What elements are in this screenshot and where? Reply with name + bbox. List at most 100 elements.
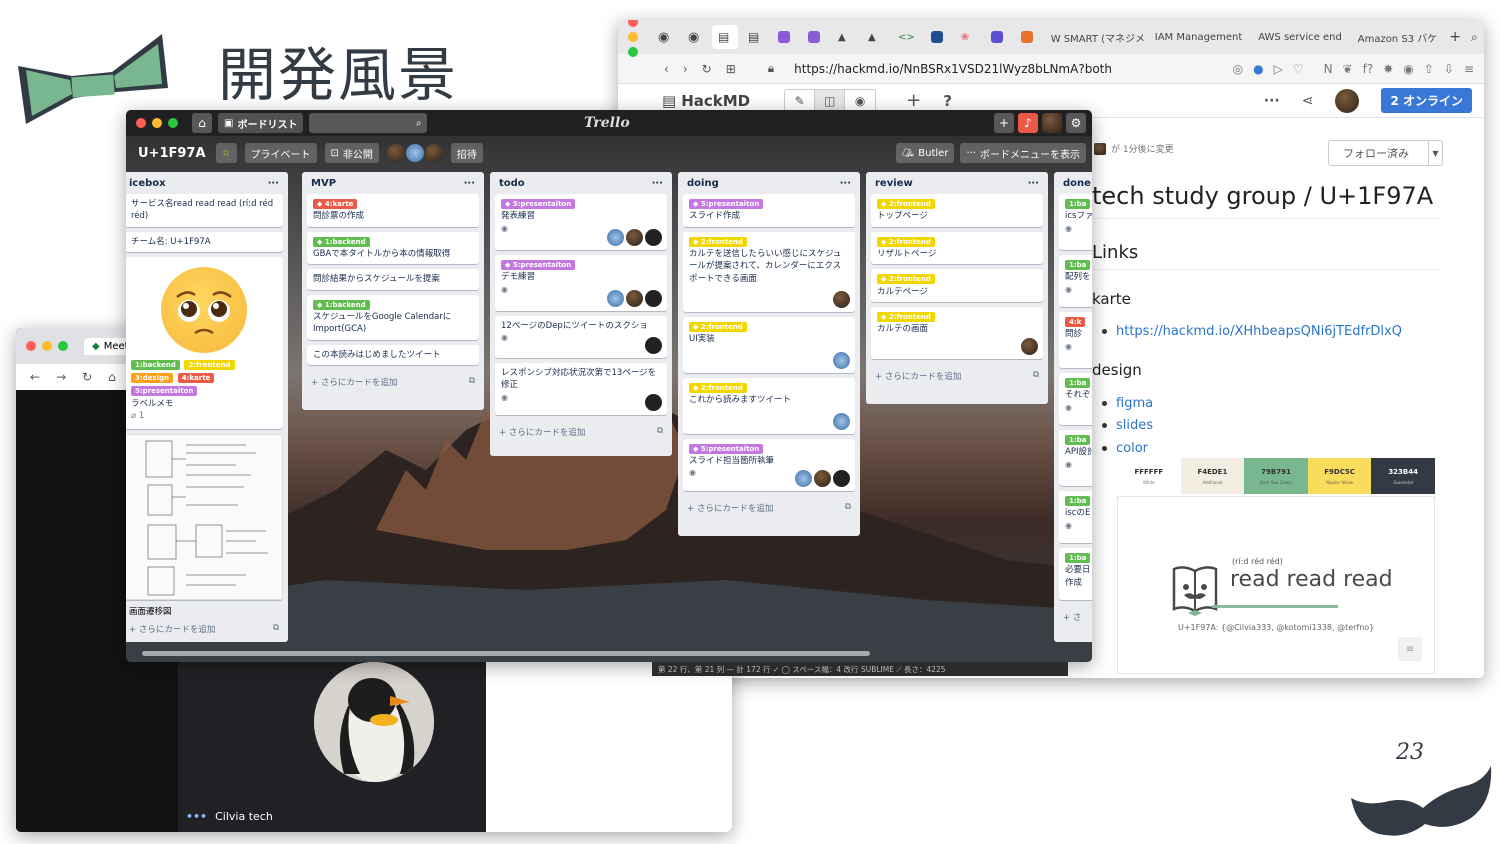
more-options-icon[interactable]: ••• [186, 810, 207, 823]
visibility-button[interactable]: ⊡ 非公開 [324, 143, 379, 163]
card[interactable]: 1:ba 配列を ◉ [1059, 255, 1092, 307]
card[interactable]: 12ページのDepにツイートのスクショ ◉ [495, 316, 667, 358]
reload-icon[interactable]: ↻ [82, 370, 92, 384]
more-icon[interactable]: ··· [268, 178, 279, 189]
window-controls[interactable] [26, 341, 68, 351]
reload-icon[interactable]: ↻ [702, 62, 712, 76]
tab-stack-1[interactable] [772, 25, 798, 49]
template-icon[interactable]: ⧉ [845, 502, 851, 514]
url-field[interactable]: https://hackmd.io/NnBSRx1VSD21lWyz8bLNmA… [794, 62, 1112, 76]
search-input[interactable]: ⌕ [309, 113, 428, 133]
gear-icon[interactable]: ✸ [1383, 62, 1393, 76]
template-icon[interactable]: ⧉ [1033, 370, 1039, 382]
card[interactable]: ◆ 5:presentaiton 発表練習 ◉ [495, 194, 667, 250]
share-icon[interactable]: ⋖ [1302, 93, 1314, 109]
view-mode-icon[interactable]: ◉ [845, 90, 875, 112]
help-icon[interactable]: ? [943, 92, 952, 110]
tab-circle[interactable]: ❀ [955, 25, 981, 49]
forward-icon[interactable]: › [683, 62, 688, 76]
tab-amazon-s3[interactable]: Amazon S3 バケ [1352, 25, 1443, 49]
card[interactable]: ◆ 5:presentaiton スライド担当箇所執筆 ◉ [683, 438, 855, 491]
privacy-button[interactable]: プライベート [244, 143, 317, 163]
template-icon[interactable]: ⧉ [273, 623, 279, 635]
heart-icon[interactable]: ♡ [1293, 62, 1304, 76]
more-icon[interactable]: ··· [464, 178, 475, 189]
template-icon[interactable]: ⧉ [657, 426, 663, 438]
color-link[interactable]: color [1102, 437, 1153, 460]
card[interactable]: ◆ 2:frontend カルテの画面 [871, 306, 1043, 359]
add-card-button[interactable]: + さらにカードを追加 ⧉ [683, 496, 855, 520]
card[interactable]: ◆ 2:frontend これから読みますツイート [683, 377, 855, 434]
more-icon[interactable]: ··· [1028, 178, 1039, 189]
window-controls[interactable] [628, 20, 638, 57]
both-mode-icon[interactable]: ◫ [815, 89, 846, 112]
online-users-button[interactable]: 2 オンライン [1381, 88, 1472, 113]
play-icon[interactable]: ▷ [1274, 62, 1283, 76]
add-card-button[interactable]: + さらにカードを追加 ⧉ [307, 370, 479, 394]
tab-app[interactable] [925, 25, 951, 49]
card[interactable]: 1:ba 必要日 作成 [1059, 548, 1092, 600]
settings-icon[interactable]: ⚙ [1066, 113, 1086, 133]
evernote-icon[interactable]: ❦ [1343, 62, 1353, 76]
home-icon[interactable]: ⌂ [192, 113, 212, 133]
invite-button[interactable]: 招待 [450, 143, 483, 163]
board-list-button[interactable]: ▣ ボードリスト [218, 113, 304, 133]
butler-button[interactable]: ⛺︎ Butler [895, 143, 955, 163]
back-icon[interactable]: ‹ [664, 62, 669, 76]
chevron-down-icon[interactable]: ▼ [1428, 141, 1442, 165]
card[interactable]: 4:k 問診 ◉ [1059, 312, 1092, 368]
card[interactable]: ◆ 2:frontend カルテページ [871, 269, 1043, 302]
member-avatar[interactable] [405, 144, 424, 162]
slides-link[interactable]: slides [1102, 415, 1153, 438]
card-screen-transition[interactable] [126, 433, 283, 600]
card[interactable]: ◆ 2:frontend カルテを送信したらいい感じにスケジュールが提案されて、カ… [683, 231, 855, 312]
tab-github-1[interactable]: ◉ [652, 25, 678, 49]
user-avatar[interactable] [1042, 113, 1062, 133]
tab-vercel-1[interactable]: ▲ [832, 25, 858, 49]
figma-link[interactable]: figma [1102, 392, 1153, 415]
more-icon[interactable]: ··· [652, 178, 663, 189]
card[interactable]: チーム名: U+1F97A [126, 231, 283, 252]
tab-github-2[interactable]: ◉ [682, 25, 708, 49]
card[interactable]: ◆ 1:backend スケジュールをGoogle Calendarに Impor… [307, 294, 479, 340]
function-icon[interactable]: f? [1363, 62, 1374, 76]
menu-icon[interactable]: ≡ [1464, 62, 1474, 76]
card[interactable]: ◆ 2:frontend トップページ [871, 194, 1043, 227]
card[interactable]: ◆ 5:presentaiton スライド作成 [683, 194, 855, 227]
window-controls[interactable] [136, 118, 178, 128]
notification-icon[interactable]: ♪ [1018, 113, 1038, 133]
notion-icon[interactable]: N [1324, 62, 1333, 76]
card[interactable]: ◆ 5:presentaiton デモ練習 ◉ [495, 255, 667, 311]
template-icon[interactable]: ⧉ [469, 376, 475, 388]
member-avatar[interactable] [386, 144, 405, 162]
tab-aws-service[interactable]: AWS service end [1252, 25, 1348, 49]
card[interactable]: 1:ba iscのE ◉ [1059, 491, 1092, 543]
card[interactable]: サービス名read read read (ríːd réd réd) [126, 194, 283, 227]
new-tab-icon[interactable]: + [1449, 29, 1461, 45]
download-icon[interactable]: ⇩ [1444, 62, 1454, 76]
horizontal-scrollbar[interactable] [142, 651, 870, 656]
back-icon[interactable]: ← [30, 370, 40, 384]
edit-mode-icon[interactable]: ✎ [785, 89, 816, 112]
tab-hackmd-active[interactable]: ▤ [712, 25, 738, 49]
card[interactable]: ◆ 4:karte 問診票の作成 [307, 194, 479, 227]
card[interactable]: レスポンシブ対応状況次第で13ページを修正 ◉ [495, 363, 667, 415]
tab-vercel-2[interactable]: ▲ [862, 25, 888, 49]
shield-icon[interactable]: ● [1253, 62, 1263, 76]
card[interactable]: 1:ba API設計 ◉ [1059, 430, 1092, 486]
camera-icon[interactable]: ◎ [1233, 62, 1243, 76]
card[interactable]: 1:ba それぞ ◉ [1059, 373, 1092, 425]
more-icon[interactable]: ··· [1264, 93, 1280, 109]
add-icon[interactable]: + [994, 113, 1014, 133]
follow-button[interactable]: フォロー済み ▼ [1328, 140, 1443, 166]
hackmd-logo[interactable]: ▤ HackMD [662, 92, 750, 110]
tab-code[interactable]: <> [892, 25, 921, 49]
home-icon[interactable]: ⌂ [108, 370, 116, 384]
card[interactable]: ◆ 2:frontend UI実装 [683, 316, 855, 373]
card[interactable]: この本読みはじめましたツイート [307, 344, 479, 365]
tab-hackmd[interactable]: ▤ [742, 25, 768, 49]
card[interactable]: 問診結果からスケジュールを提案 [307, 269, 479, 290]
user-avatar[interactable] [1335, 88, 1360, 113]
add-card-button[interactable]: + さらにカードを追加 ⧉ [495, 420, 667, 444]
board-members[interactable] [386, 144, 443, 162]
